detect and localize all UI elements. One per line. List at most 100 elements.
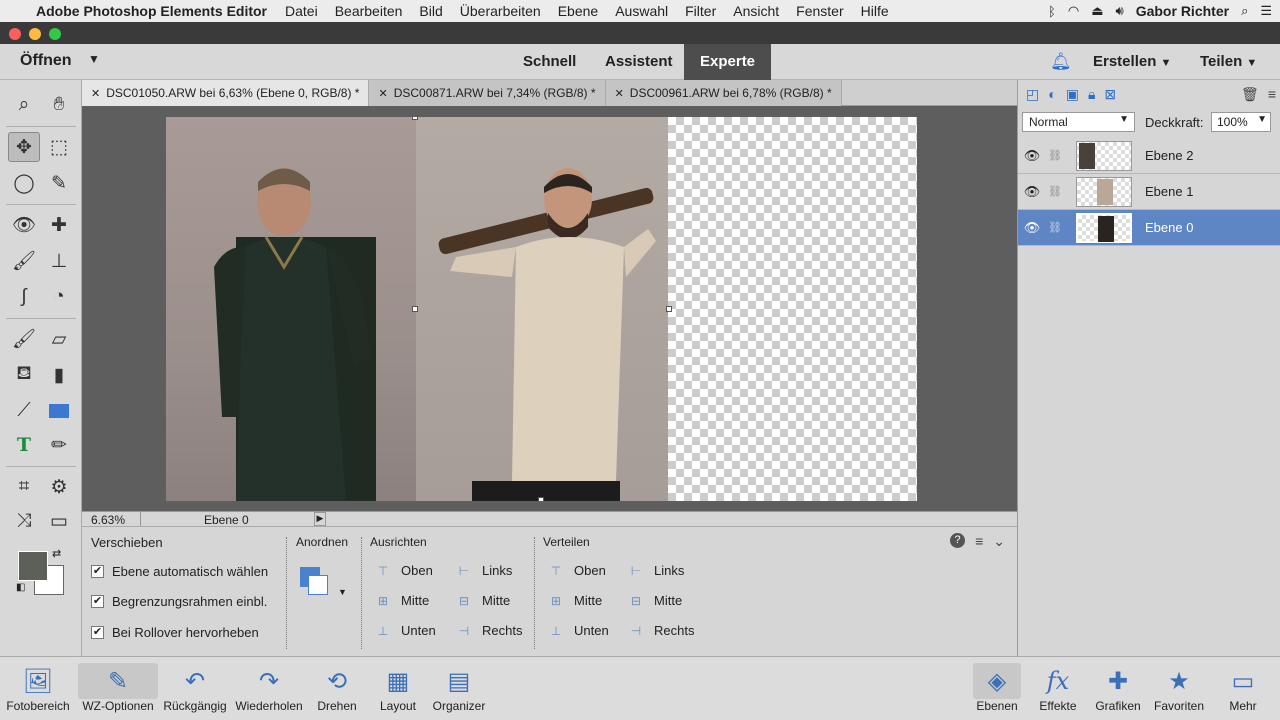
visibility-eye-icon[interactable]: 👁︎ <box>1018 220 1046 236</box>
volume-icon[interactable]: 🔊︎ <box>1116 3 1124 19</box>
distribute-right-button[interactable]: ⊣ Rechts <box>627 623 695 638</box>
swap-colors-icon[interactable]: ⇄ <box>52 547 61 560</box>
menu-hilfe[interactable]: Hilfe <box>861 3 889 19</box>
distribute-middle-button[interactable]: ⊞ Mitte <box>547 593 602 608</box>
highlight-on-rollover-checkbox[interactable]: ✔ Bei Rollover hervorheben <box>91 625 259 640</box>
paint-bucket-tool-icon[interactable]: ⛾ <box>8 360 40 390</box>
adjustment-layer-icon[interactable]: ◐ <box>1048 86 1056 106</box>
hand-tool-icon[interactable]: ✋︎ <box>43 90 75 120</box>
link-icon[interactable]: ⛓︎ <box>1046 185 1064 198</box>
foreground-color-swatch[interactable] <box>18 551 48 581</box>
document-canvas[interactable] <box>166 117 917 501</box>
distribute-bottom-button[interactable]: ⊥ Unten <box>547 623 609 638</box>
tab-document-1[interactable]: ✕ DSC01050.ARW bei 6,63% (Ebene 0, RGB/8)… <box>82 80 370 106</box>
show-bounding-box-checkbox[interactable]: ✔ Begrenzungsrahmen einbl. <box>91 594 267 609</box>
zoom-window-button[interactable] <box>49 28 61 40</box>
crop-tool-icon[interactable]: ⌗ <box>8 472 40 502</box>
link-icon[interactable]: ⛓︎ <box>1046 149 1064 162</box>
delete-layer-icon[interactable]: 🗑︎ <box>1241 86 1259 106</box>
layer-mask-icon[interactable]: ▣ <box>1066 86 1079 106</box>
blur-tool-icon[interactable]: ∫ <box>8 282 40 312</box>
sponge-tool-icon[interactable]: ◔ <box>43 282 75 312</box>
distribute-left-button[interactable]: ⊢ Links <box>627 563 685 578</box>
close-window-button[interactable] <box>9 28 21 40</box>
mode-expert[interactable]: Experte <box>684 44 772 80</box>
quick-selection-tool-icon[interactable]: ✎ <box>43 168 75 198</box>
zoom-level[interactable]: 6.63% <box>91 513 125 527</box>
user-name[interactable]: Gabor Richter <box>1136 3 1229 19</box>
menu-bild[interactable]: Bild <box>419 3 442 19</box>
close-tab-icon[interactable]: ✕ <box>615 88 624 100</box>
layer-row-ebene-0[interactable]: 👁︎ ⛓︎ Ebene 0 <box>1018 210 1280 246</box>
visibility-eye-icon[interactable]: 👁︎ <box>1018 148 1046 164</box>
panel-menu-icon[interactable]: ≡ <box>1268 86 1276 106</box>
distribute-center-button[interactable]: ⊟ Mitte <box>627 593 682 608</box>
open-button[interactable]: Öffnen <box>20 52 72 70</box>
close-tab-icon[interactable]: ✕ <box>91 88 100 100</box>
lock-transparency-icon[interactable]: ⊠ <box>1104 86 1116 106</box>
menu-datei[interactable]: Datei <box>285 3 318 19</box>
blend-mode-select[interactable]: Normal ▼ <box>1022 112 1135 132</box>
eraser-tool-icon[interactable]: ▱ <box>43 324 75 354</box>
organizer-button[interactable]: ▤ Organizer <box>430 663 488 714</box>
align-left-button[interactable]: ⊢ Links <box>455 563 513 578</box>
recompose-tool-icon[interactable]: ⚙︎ <box>43 472 75 502</box>
mode-quick[interactable]: Schnell <box>507 44 592 80</box>
transform-handle[interactable] <box>412 306 418 312</box>
eyedropper-tool-icon[interactable]: ⟋ <box>8 396 40 426</box>
layer-row-ebene-1[interactable]: 👁︎ ⛓︎ Ebene 1 <box>1018 174 1280 210</box>
move-tool-icon[interactable]: ✥ <box>8 132 40 162</box>
gradient-tool-icon[interactable]: ▮ <box>43 360 75 390</box>
menu-ueberarbeiten[interactable]: Überarbeiten <box>460 3 541 19</box>
lock-all-icon[interactable]: 🔒︎ <box>1088 86 1095 106</box>
effects-panel-button[interactable]: fx Effekte <box>1035 663 1081 713</box>
redo-button[interactable]: ↷ Wiederholen <box>233 663 305 714</box>
brush-tool-icon[interactable]: 🖌︎ <box>8 324 40 354</box>
undo-button[interactable]: ↶ Rückgängig <box>160 663 230 714</box>
new-layer-icon[interactable]: ◰ <box>1026 86 1039 106</box>
share-menu[interactable]: Teilen ▼ <box>1200 53 1257 70</box>
menu-ansicht[interactable]: Ansicht <box>733 3 779 19</box>
pencil-tool-icon[interactable]: ✏︎ <box>43 430 75 460</box>
app-name[interactable]: Adobe Photoshop Elements Editor <box>36 3 267 19</box>
align-middle-button[interactable]: ⊞ Mitte <box>374 593 429 608</box>
tool-options-button[interactable]: ✎ WZ-Optionen <box>78 663 158 713</box>
zoom-tool-icon[interactable]: ⌕ <box>8 90 40 120</box>
photo-man-linen-tunic[interactable] <box>416 117 668 501</box>
smart-brush-tool-icon[interactable]: 🖌︎ <box>8 246 40 276</box>
layout-button[interactable]: ▦ Layout <box>375 663 421 714</box>
content-aware-move-tool-icon[interactable]: ⤨ <box>8 506 40 536</box>
align-right-button[interactable]: ⊣ Rechts <box>455 623 523 638</box>
straighten-tool-icon[interactable]: ▭ <box>43 506 75 536</box>
canvas-area[interactable] <box>82 106 1017 511</box>
notification-bell-icon[interactable]: 🔔︎ <box>1050 52 1072 72</box>
menu-ebene[interactable]: Ebene <box>558 3 598 19</box>
status-menu-arrow-icon[interactable]: ▶ <box>314 512 326 526</box>
tab-document-2[interactable]: ✕ DSC00871.ARW bei 7,34% (RGB/8) * <box>369 80 606 106</box>
mode-guided[interactable]: Assistent <box>589 44 689 80</box>
rotate-button[interactable]: ⟲ Drehen <box>312 663 362 714</box>
color-swatches[interactable]: ⇄ ◧ <box>16 548 66 597</box>
align-bottom-button[interactable]: ⊥ Unten <box>374 623 436 638</box>
layer-row-ebene-2[interactable]: 👁︎ ⛓︎ Ebene 2 <box>1018 138 1280 174</box>
transform-handle[interactable] <box>538 497 544 501</box>
menu-auswahl[interactable]: Auswahl <box>615 3 668 19</box>
healing-brush-tool-icon[interactable]: ✚ <box>43 210 75 240</box>
menu-bearbeiten[interactable]: Bearbeiten <box>335 3 403 19</box>
clone-stamp-tool-icon[interactable]: ⊥ <box>43 246 75 276</box>
transform-handle[interactable] <box>666 306 672 312</box>
menu-filter[interactable]: Filter <box>685 3 716 19</box>
arrange-button[interactable]: ▼ <box>300 567 350 607</box>
close-tab-icon[interactable]: ✕ <box>378 88 387 100</box>
link-icon[interactable]: ⛓︎ <box>1046 221 1064 234</box>
collapse-chevron-down-icon[interactable]: ⌄ <box>993 533 1005 550</box>
align-top-button[interactable]: ⊤ Oben <box>374 563 433 578</box>
opacity-field[interactable]: 100% ▼ <box>1211 112 1271 132</box>
more-panels-button[interactable]: ▭ Mehr <box>1218 663 1268 714</box>
help-icon[interactable]: ? <box>950 533 966 548</box>
auto-select-layer-checkbox[interactable]: ✔ Ebene automatisch wählen <box>91 564 268 579</box>
photo-man-green-tunic[interactable] <box>166 117 416 501</box>
default-colors-icon[interactable]: ◧ <box>16 582 25 593</box>
lasso-tool-icon[interactable]: ◯ <box>8 168 40 198</box>
create-menu[interactable]: Erstellen ▼ <box>1093 53 1171 70</box>
